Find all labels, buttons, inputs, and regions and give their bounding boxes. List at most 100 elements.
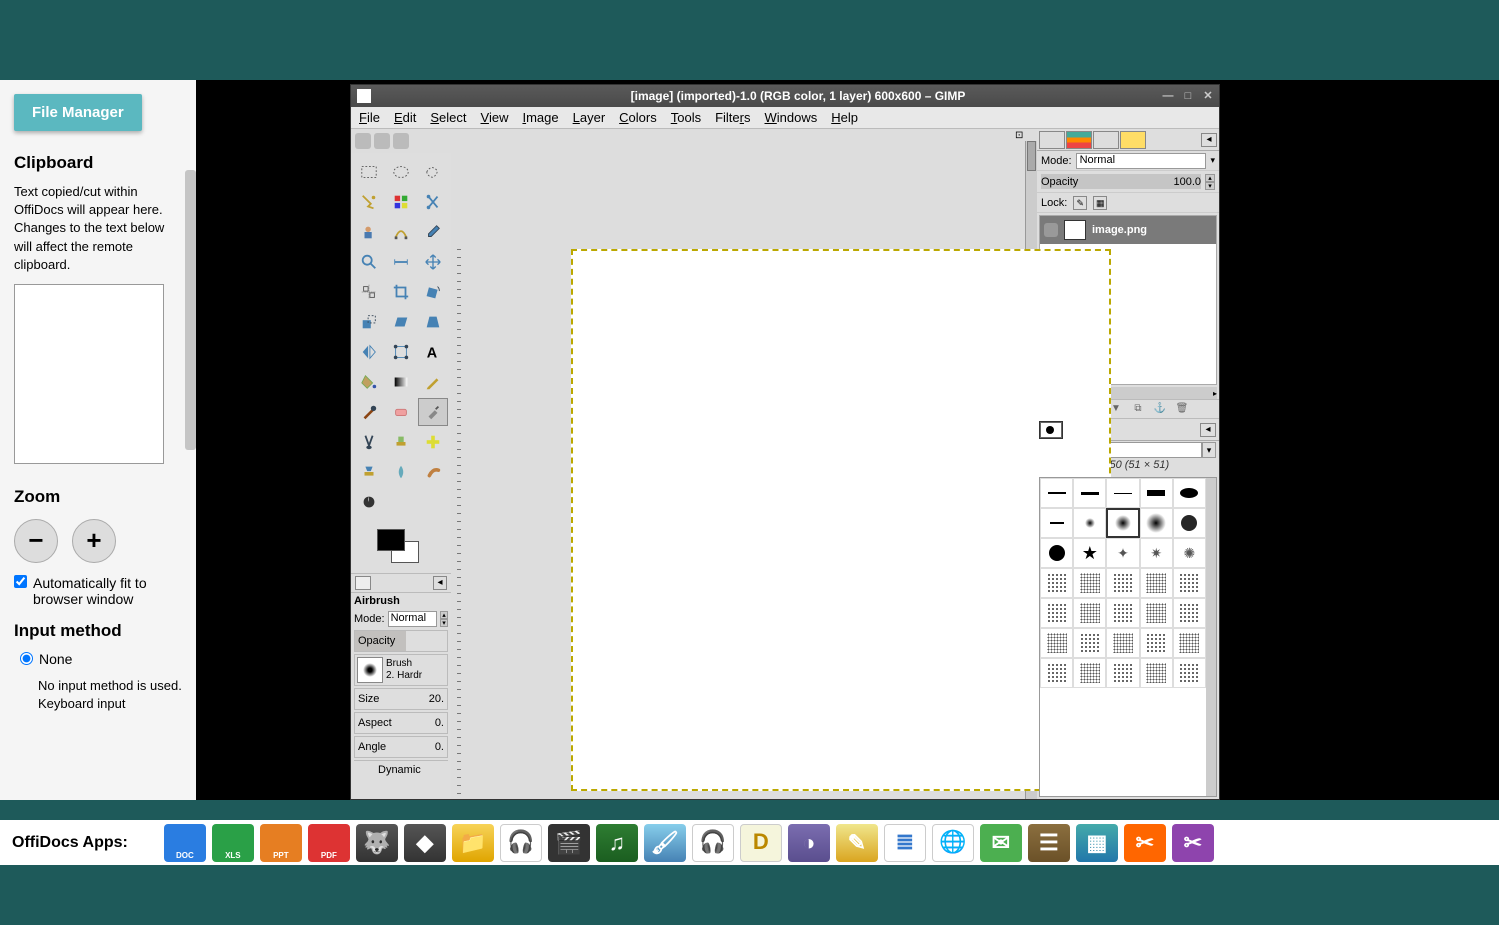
brushes-tab-menu[interactable]: ◂ <box>1200 423 1216 437</box>
brush-item[interactable] <box>1106 658 1139 688</box>
brush-item[interactable] <box>1040 658 1073 688</box>
layers-tab-1[interactable] <box>1039 131 1065 149</box>
brush-item[interactable] <box>1040 628 1073 658</box>
brush-item[interactable]: ✺ <box>1173 538 1206 568</box>
menu-edit[interactable]: Edit <box>394 110 416 125</box>
tool-zoom[interactable] <box>354 248 384 276</box>
app-inkscape[interactable]: ◆ <box>404 824 446 862</box>
app-pixels[interactable]: ▦ <box>1076 824 1118 862</box>
tool-cage[interactable] <box>386 338 416 366</box>
brush-item[interactable] <box>1040 598 1073 628</box>
brush-item[interactable] <box>1106 598 1139 628</box>
menu-help[interactable]: Help <box>831 110 858 125</box>
tool-size-row[interactable]: Size 20. <box>354 688 448 710</box>
brush-item[interactable] <box>1073 478 1106 508</box>
zoom-out-button[interactable]: − <box>14 519 58 563</box>
app-sky[interactable]: 🖌 <box>644 824 686 862</box>
lock-pixels-icon[interactable]: ✎ <box>1073 196 1087 210</box>
brush-item[interactable]: ★ <box>1073 538 1106 568</box>
layer-visibility-icon[interactable] <box>1044 223 1058 237</box>
maximize-button[interactable]: □ <box>1181 89 1195 103</box>
brush-item-selected[interactable] <box>1106 508 1139 538</box>
menu-image[interactable]: Image <box>522 110 558 125</box>
lock-alpha-icon[interactable]: ▦ <box>1093 196 1107 210</box>
file-manager-button[interactable]: File Manager <box>14 94 142 131</box>
brush-item[interactable] <box>1173 478 1206 508</box>
tool-eraser[interactable] <box>386 398 416 426</box>
brush-item[interactable] <box>1140 598 1173 628</box>
brush-item[interactable] <box>1040 568 1073 598</box>
tool-scissors[interactable] <box>418 188 448 216</box>
app-dia[interactable]: D <box>740 824 782 862</box>
app-writer[interactable]: ✎ <box>836 824 878 862</box>
app-video-editor[interactable]: 🎬 <box>548 824 590 862</box>
app-calc[interactable]: ☰ <box>1028 824 1070 862</box>
brush-item[interactable] <box>1073 568 1106 598</box>
tool-airbrush[interactable] <box>418 398 448 426</box>
tool-rotate[interactable] <box>418 278 448 306</box>
clipboard-textarea[interactable] <box>14 284 164 464</box>
tool-brush-row[interactable]: Brush 2. Hardr <box>354 654 448 686</box>
layer-down-icon[interactable]: ▼ <box>1109 402 1123 416</box>
app-mail[interactable]: ✉ <box>980 824 1022 862</box>
minimize-button[interactable]: — <box>1161 89 1175 103</box>
tool-clone[interactable] <box>386 428 416 456</box>
layer-mode-dropdown-icon[interactable]: ▾ <box>1210 155 1215 166</box>
app-audacity[interactable]: 🎧 <box>500 824 542 862</box>
brush-grid-scrollbar[interactable] <box>1206 478 1216 796</box>
brush-item[interactable] <box>1040 538 1073 568</box>
layer-anchor-icon[interactable]: ⚓ <box>1153 402 1167 416</box>
tool-brush-preview[interactable] <box>357 657 383 683</box>
tool-opacity-slider[interactable]: Opacity <box>354 630 448 652</box>
brush-item[interactable]: ✦ <box>1106 538 1139 568</box>
menu-select[interactable]: Select <box>430 110 466 125</box>
app-lmms[interactable]: ♫ <box>596 824 638 862</box>
tool-pencil[interactable] <box>418 368 448 396</box>
foreground-color-swatch[interactable] <box>377 529 405 551</box>
close-button[interactable]: ✕ <box>1201 89 1215 103</box>
tool-bucket-fill[interactable] <box>354 368 384 396</box>
brush-item[interactable] <box>1040 478 1073 508</box>
layer-thumbnail[interactable] <box>1064 220 1086 240</box>
menu-view[interactable]: View <box>481 110 509 125</box>
canvas-nav-icon[interactable]: ⊡ <box>1015 130 1025 140</box>
tool-shear[interactable] <box>386 308 416 336</box>
app-files[interactable]: 📁 <box>452 824 494 862</box>
brush-item[interactable] <box>1173 658 1206 688</box>
brush-item[interactable] <box>1040 508 1073 538</box>
layers-tab-menu[interactable]: ◂ <box>1201 133 1217 147</box>
tool-foreground-select[interactable] <box>354 218 384 246</box>
tool-color-select[interactable] <box>386 188 416 216</box>
tool-blend[interactable] <box>386 368 416 396</box>
tool-paintbrush[interactable] <box>354 398 384 426</box>
app-audio2[interactable]: 🎧 <box>692 824 734 862</box>
menu-tools[interactable]: Tools <box>671 110 701 125</box>
brush-item[interactable] <box>1140 508 1173 538</box>
tool-free-select[interactable] <box>418 158 448 186</box>
app-notes[interactable]: ≣ <box>884 824 926 862</box>
layer-delete-icon[interactable]: 🗑 <box>1175 402 1189 416</box>
tool-measure[interactable] <box>386 248 416 276</box>
tool-scale[interactable] <box>354 308 384 336</box>
tool-ink[interactable] <box>354 428 384 456</box>
app-violet[interactable]: ✂ <box>1172 824 1214 862</box>
app-ppt[interactable]: PPT <box>260 824 302 862</box>
brush-item[interactable] <box>1073 598 1106 628</box>
app-pdf[interactable]: PDF <box>308 824 350 862</box>
menu-layer[interactable]: Layer <box>573 110 606 125</box>
layer-mode-select[interactable]: Normal <box>1076 153 1207 169</box>
tool-perspective-clone[interactable] <box>354 458 384 486</box>
app-doc[interactable]: DOC <box>164 824 206 862</box>
tool-text[interactable]: A <box>418 338 448 366</box>
tool-aspect-row[interactable]: Aspect 0. <box>354 712 448 734</box>
input-method-none-radio[interactable] <box>20 652 33 665</box>
brush-item[interactable] <box>1106 568 1139 598</box>
tool-dodge-burn[interactable] <box>354 488 384 516</box>
menu-file[interactable]: File <box>359 110 380 125</box>
brush-item[interactable] <box>1173 628 1206 658</box>
brush-item[interactable] <box>1140 628 1173 658</box>
tool-paths[interactable] <box>386 218 416 246</box>
brush-item[interactable] <box>1106 628 1139 658</box>
layers-tab-layers[interactable] <box>1066 131 1092 149</box>
tool-options-tab[interactable] <box>355 576 371 590</box>
